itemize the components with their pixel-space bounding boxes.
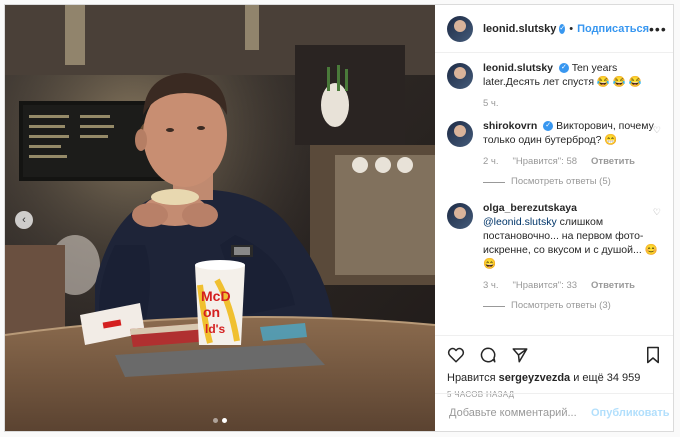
- avatar[interactable]: [447, 15, 473, 42]
- share-icon[interactable]: [511, 346, 529, 364]
- cup-text-2: on: [203, 304, 220, 320]
- avatar[interactable]: [447, 121, 473, 147]
- avatar[interactable]: [447, 63, 473, 89]
- carousel-dot: [213, 418, 218, 423]
- comment-mention[interactable]: @leonid.slutsky: [483, 216, 557, 228]
- comment-username[interactable]: shirokovrn: [483, 120, 537, 132]
- like-comment-heart-icon[interactable]: ♡: [653, 207, 661, 218]
- view-replies-link[interactable]: Посмотреть ответы (5): [483, 175, 659, 189]
- verified-badge-icon: ✓: [559, 23, 566, 34]
- header-username[interactable]: leonid.slutsky: [483, 23, 556, 35]
- caption: leonid.slutsky ✓ Ten years later.Десять …: [447, 61, 661, 111]
- verified-badge-icon: ✓: [558, 63, 569, 74]
- instagram-post: McD on ld's ‹ leonid.slutsky ✓ • Подписа…: [4, 4, 674, 432]
- likes-summary[interactable]: Нравится sergeyzvezda и ещё 34 959: [447, 372, 661, 384]
- comment-time[interactable]: 3 ч.: [483, 279, 499, 293]
- likes-prefix: Нравится: [447, 372, 496, 384]
- header-separator: •: [569, 22, 574, 35]
- publish-button[interactable]: Опубликовать: [591, 407, 670, 419]
- comment-likes[interactable]: "Нравится": 33: [513, 279, 578, 293]
- likes-user[interactable]: sergeyzvezda: [499, 372, 571, 384]
- more-dots-icon[interactable]: •••: [649, 21, 667, 37]
- comment-input[interactable]: [447, 405, 591, 420]
- likes-suffix[interactable]: и ещё 34 959: [573, 372, 640, 384]
- carousel-dot-active: [222, 418, 227, 423]
- like-comment-heart-icon[interactable]: ♡: [653, 125, 661, 136]
- comment-likes[interactable]: "Нравится": 58: [513, 155, 578, 169]
- view-replies-link[interactable]: Посмотреть ответы (3): [483, 299, 659, 313]
- caption-time[interactable]: 5 ч.: [483, 97, 499, 111]
- comment-icon[interactable]: [479, 346, 497, 364]
- bookmark-icon[interactable]: [645, 346, 661, 364]
- caption-username[interactable]: leonid.slutsky: [483, 62, 553, 74]
- list-item: olga_berezutskaya @leonid.slutsky слишко…: [447, 201, 661, 313]
- reply-button[interactable]: Ответить: [591, 155, 635, 169]
- post-photo[interactable]: McD on ld's ‹: [5, 5, 435, 431]
- chevron-left-icon: ‹: [22, 214, 26, 226]
- post-sidebar: leonid.slutsky ✓ • Подписаться ••• leoni…: [435, 5, 673, 431]
- cup-text-3: ld's: [205, 322, 226, 336]
- post-header: leonid.slutsky ✓ • Подписаться •••: [435, 5, 673, 53]
- verified-badge-icon: ✓: [543, 121, 554, 132]
- follow-button[interactable]: Подписаться: [577, 23, 649, 35]
- comments-list[interactable]: leonid.slutsky ✓ Ten years later.Десять …: [435, 53, 673, 335]
- cup-text-1: McD: [201, 288, 231, 304]
- comment-time[interactable]: 2 ч.: [483, 155, 499, 169]
- previous-photo-button[interactable]: ‹: [15, 211, 33, 229]
- add-comment-bar: Опубликовать: [435, 393, 673, 431]
- photo-scene: McD on ld's: [5, 5, 435, 431]
- comment-username[interactable]: olga_berezutskaya: [483, 202, 577, 214]
- heart-icon[interactable]: [447, 346, 465, 364]
- avatar[interactable]: [447, 203, 473, 229]
- reply-button[interactable]: Ответить: [591, 279, 635, 293]
- list-item: shirokovrn ✓ Викторович, почему только о…: [447, 119, 661, 189]
- carousel-dots: [213, 418, 227, 423]
